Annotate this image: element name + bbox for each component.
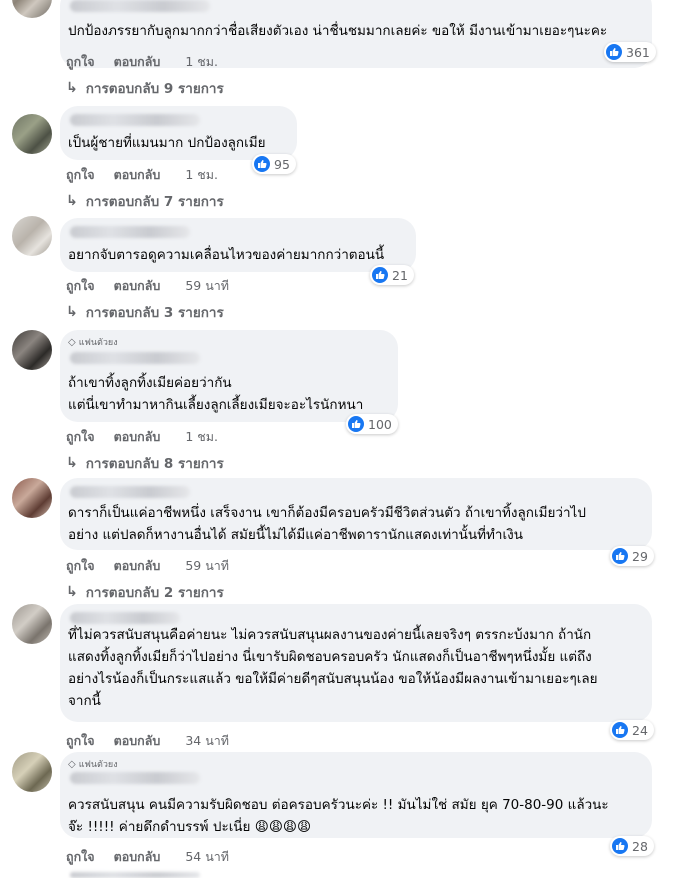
like-button[interactable]: ถูกใจ bbox=[66, 427, 95, 447]
view-replies-link[interactable]: ↳ การตอบกลับ 2 รายการ bbox=[66, 581, 224, 603]
like-icon bbox=[254, 156, 270, 172]
avatar[interactable] bbox=[12, 604, 52, 644]
like-button[interactable]: ถูกใจ bbox=[66, 731, 95, 751]
reply-arrow-icon: ↳ bbox=[66, 304, 78, 320]
reaction-count[interactable]: 24 bbox=[610, 720, 654, 740]
comment-text: ปกป้องภรรยากับลูกมากกว่าชื่อเสียงตัวเอง … bbox=[68, 23, 608, 39]
comment-bubble: อยากจับตารอดูความเคลื่อนไหวของค่ายมากกว่… bbox=[60, 218, 416, 272]
reaction-count[interactable]: 28 bbox=[610, 836, 654, 856]
like-icon bbox=[612, 548, 628, 564]
comment-bubble: เป็นผู้ชายที่แมนมาก ปกป้องลูกเมีย bbox=[60, 106, 297, 160]
reaction-count[interactable]: 361 bbox=[604, 42, 656, 62]
comment-bubble: ดาราก็เป็นแค่อาชีพหนึ่ง เสร็จงาน เขาก็ต้… bbox=[60, 478, 652, 550]
comment-actions: ถูกใจ ตอบกลับ 54 นาที bbox=[66, 847, 248, 867]
comment-time[interactable]: 34 นาที bbox=[185, 731, 229, 751]
avatar[interactable] bbox=[12, 0, 52, 18]
comment-actions: ถูกใจ ตอบกลับ 34 นาที bbox=[66, 731, 248, 751]
reply-arrow-icon: ↳ bbox=[66, 455, 78, 471]
comment-time[interactable]: 1 ชม. bbox=[185, 427, 218, 447]
like-button[interactable]: ถูกใจ bbox=[66, 52, 95, 72]
like-icon bbox=[612, 838, 628, 854]
reply-arrow-icon: ↳ bbox=[66, 80, 78, 96]
view-replies-link[interactable]: ↳ การตอบกลับ 9 รายการ bbox=[66, 77, 224, 99]
reply-button[interactable]: ตอบกลับ bbox=[114, 165, 161, 185]
reply-button[interactable]: ตอบกลับ bbox=[114, 556, 161, 576]
comment-text: ที่ไม่ควรสนับสนุนคือค่ายนะ ไม่ควรสนับสนุ… bbox=[68, 627, 598, 709]
comment-actions: ถูกใจ ตอบกลับ 59 นาที bbox=[66, 556, 248, 576]
comment-actions: ถูกใจ ตอบกลับ 59 นาที bbox=[66, 276, 248, 296]
reply-arrow-icon: ↳ bbox=[66, 193, 78, 209]
reaction-count[interactable]: 100 bbox=[346, 414, 398, 434]
view-replies-link[interactable]: ↳ การตอบกลับ 7 รายการ bbox=[66, 190, 224, 212]
commenter-name[interactable] bbox=[70, 486, 190, 498]
like-button[interactable]: ถูกใจ bbox=[66, 276, 95, 296]
like-icon bbox=[606, 44, 622, 60]
diamond-icon: ◇ bbox=[68, 758, 76, 770]
comment-text: ถ้าเขาทิ้งลูกทิ้งเมียค่อยว่ากัน แต่นี่เข… bbox=[68, 375, 364, 413]
avatar[interactable] bbox=[12, 114, 52, 154]
like-icon bbox=[372, 267, 388, 283]
comment-text: ดาราก็เป็นแค่อาชีพหนึ่ง เสร็จงาน เขาก็ต้… bbox=[68, 505, 586, 543]
comment-text: อยากจับตารอดูความเคลื่อนไหวของค่ายมากกว่… bbox=[68, 247, 385, 263]
reply-button[interactable]: ตอบกลับ bbox=[114, 276, 161, 296]
commenter-name[interactable] bbox=[70, 772, 200, 784]
commenter-name[interactable] bbox=[70, 226, 190, 238]
reaction-count[interactable]: 95 bbox=[252, 154, 296, 174]
fan-badge[interactable]: ◇ แฟนตัวยง bbox=[68, 757, 118, 771]
avatar[interactable] bbox=[12, 752, 52, 792]
comment-bubble: ◇ แฟนตัวยง ถ้าเขาทิ้งลูกทิ้งเมียค่อยว่าก… bbox=[60, 330, 398, 422]
view-replies-link[interactable]: ↳ การตอบกลับ 3 รายการ bbox=[66, 301, 224, 323]
comment-actions: ถูกใจ ตอบกลับ 1 ชม. bbox=[66, 52, 237, 72]
avatar[interactable] bbox=[12, 216, 52, 256]
like-button[interactable]: ถูกใจ bbox=[66, 847, 95, 867]
comment-time[interactable]: 59 นาที bbox=[185, 556, 229, 576]
comment-bubble: ◇ แฟนตัวยง ควรสนับสนุน คนมีความรับผิดชอบ… bbox=[60, 752, 652, 838]
comment-time[interactable]: 1 ชม. bbox=[185, 165, 218, 185]
avatar[interactable] bbox=[12, 478, 52, 518]
avatar[interactable] bbox=[12, 330, 52, 370]
reply-button[interactable]: ตอบกลับ bbox=[114, 731, 161, 751]
reply-button[interactable]: ตอบกลับ bbox=[114, 52, 161, 72]
like-button[interactable]: ถูกใจ bbox=[66, 165, 95, 185]
comment-actions: ถูกใจ ตอบกลับ 1 ชม. bbox=[66, 165, 237, 185]
commenter-name[interactable] bbox=[70, 612, 180, 624]
comment-time[interactable]: 1 ชม. bbox=[185, 52, 218, 72]
view-replies-link[interactable]: ↳ การตอบกลับ 8 รายการ bbox=[66, 452, 224, 474]
comment-actions: ถูกใจ ตอบกลับ 1 ชม. bbox=[66, 427, 237, 447]
next-comment-name bbox=[70, 872, 200, 878]
commenter-name[interactable] bbox=[70, 114, 200, 126]
reply-button[interactable]: ตอบกลับ bbox=[114, 427, 161, 447]
reaction-count[interactable]: 21 bbox=[370, 265, 414, 285]
like-button[interactable]: ถูกใจ bbox=[66, 556, 95, 576]
comment-text: ควรสนับสนุน คนมีความรับผิดชอบ ต่อครอบครั… bbox=[68, 797, 609, 835]
like-icon bbox=[348, 416, 364, 432]
comment-time[interactable]: 59 นาที bbox=[185, 276, 229, 296]
like-icon bbox=[612, 722, 628, 738]
comment-time[interactable]: 54 นาที bbox=[185, 847, 229, 867]
reply-button[interactable]: ตอบกลับ bbox=[114, 847, 161, 867]
comment-text: เป็นผู้ชายที่แมนมาก ปกป้องลูกเมีย bbox=[68, 135, 266, 151]
reaction-count[interactable]: 29 bbox=[610, 546, 654, 566]
commenter-name[interactable] bbox=[70, 352, 200, 364]
comment-bubble: ที่ไม่ควรสนับสนุนคือค่ายนะ ไม่ควรสนับสนุ… bbox=[60, 604, 652, 722]
commenter-name[interactable] bbox=[70, 0, 210, 12]
fan-badge[interactable]: ◇ แฟนตัวยง bbox=[68, 335, 118, 349]
reply-arrow-icon: ↳ bbox=[66, 584, 78, 600]
diamond-icon: ◇ bbox=[68, 336, 76, 348]
